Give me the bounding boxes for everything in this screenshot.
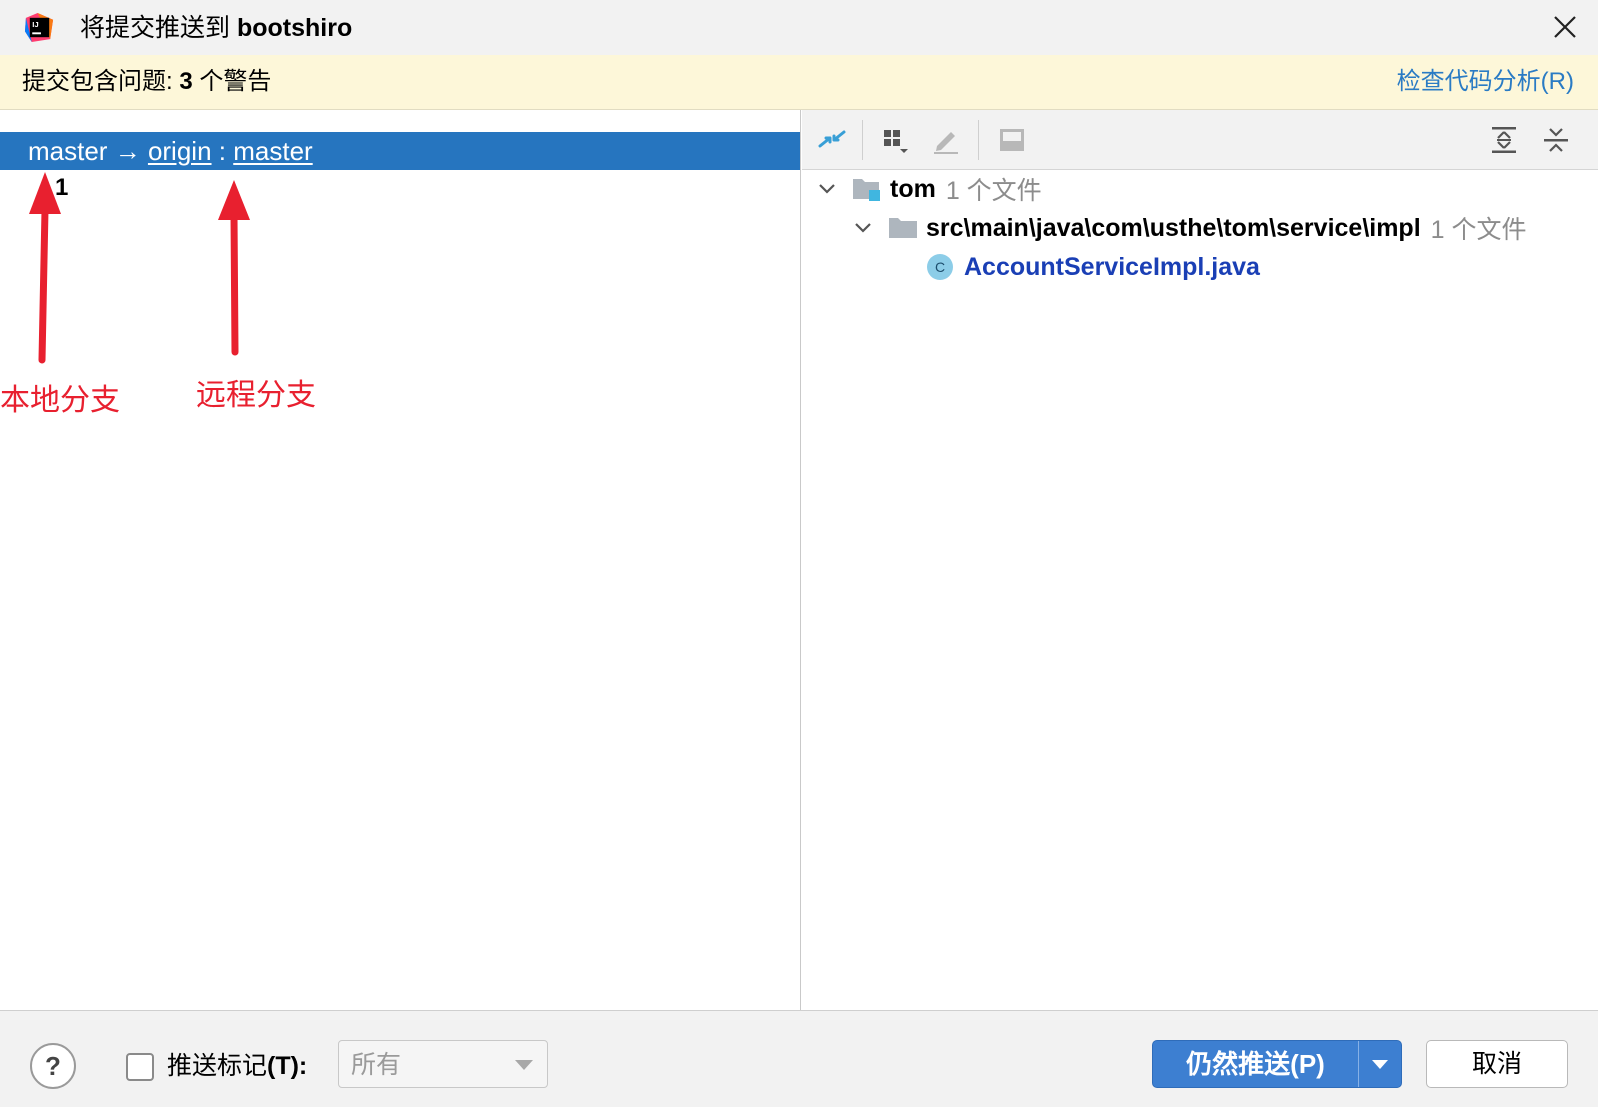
file-name: AccountServiceImpl.java [964,252,1260,281]
module-folder-icon [853,179,880,201]
svg-text:IJ: IJ [32,20,38,29]
group-by-icon[interactable] [880,124,912,156]
toolbar-separator [862,120,863,160]
push-anyway-label: 仍然推送(P) [1186,1049,1325,1079]
toolbar-separator [978,120,979,160]
show-diff-icon[interactable] [816,124,848,156]
edit-source-icon[interactable] [930,124,962,156]
warning-text: 提交包含问题: 3 个警告 [22,67,271,97]
changes-toolbar [802,110,1598,170]
push-tags-label: 推送标记(T): [167,1050,307,1082]
tree-node-module[interactable]: tom 1 个文件 [816,170,1042,208]
warning-count: 3 [172,68,193,95]
svg-text:C: C [935,259,945,275]
window-title-repo: bootshiro [236,14,353,42]
dropdown-arrow-icon [515,1060,533,1070]
expand-all-icon[interactable] [1488,124,1520,156]
push-tags-checkbox[interactable] [126,1053,154,1081]
intellij-idea-icon: IJ [24,12,54,43]
remote-branch-arrow [218,180,250,356]
chevron-down-icon[interactable] [816,178,838,200]
module-file-count: 1 个文件 [945,177,1042,205]
inspect-code-analysis-link[interactable]: 检查代码分析(R) [1397,67,1574,97]
folder-icon [889,218,917,238]
tags-select-value: 所有 [351,1051,402,1079]
push-options-dropdown-icon[interactable] [1359,1041,1401,1087]
push-anyway-button[interactable]: 仍然推送(P) [1152,1040,1402,1088]
java-class-icon: C [927,254,953,280]
package-path: src\main\java\com\usthe\tom\service\impl [926,213,1421,242]
title-bar: IJ 将提交推送到 bootshiro [0,0,1598,55]
chevron-down-icon[interactable] [852,217,874,239]
collapse-all-icon[interactable] [1540,124,1572,156]
remote-branch-annotation: 远程分支 [196,379,316,412]
push-tags-shortcut: (T): [267,1052,308,1080]
tags-select[interactable]: 所有 [338,1040,548,1088]
cancel-button[interactable]: 取消 [1426,1040,1568,1088]
warning-banner: 提交包含问题: 3 个警告 检查代码分析(R) [0,55,1598,110]
local-branch-annotation: 本地分支 [0,384,120,417]
preview-icon[interactable] [996,124,1028,156]
module-name: tom [890,174,936,203]
tree-node-file[interactable]: C AccountServiceImpl.java [926,248,1260,286]
changed-files-tree: tom 1 个文件 src\main\java\com\usthe\tom\se… [802,170,1598,1010]
tree-node-package[interactable]: src\main\java\com\usthe\tom\service\impl… [852,209,1527,247]
window-title: 将提交推送到 bootshiro [80,12,352,44]
dialog-footer: ? 推送标记(T): 所有 仍然推送(P) 取消 [0,1010,1598,1107]
local-branch-arrow [29,172,61,364]
help-button[interactable]: ? [30,1043,76,1089]
window-title-prefix: 将提交推送到 [80,14,237,42]
close-icon[interactable] [1552,14,1578,40]
warning-prefix: 提交包含问题: [22,68,173,95]
warning-suffix: 个警告 [192,68,272,95]
package-file-count: 1 个文件 [1430,216,1527,244]
push-tags-text: 推送标记 [167,1052,268,1080]
